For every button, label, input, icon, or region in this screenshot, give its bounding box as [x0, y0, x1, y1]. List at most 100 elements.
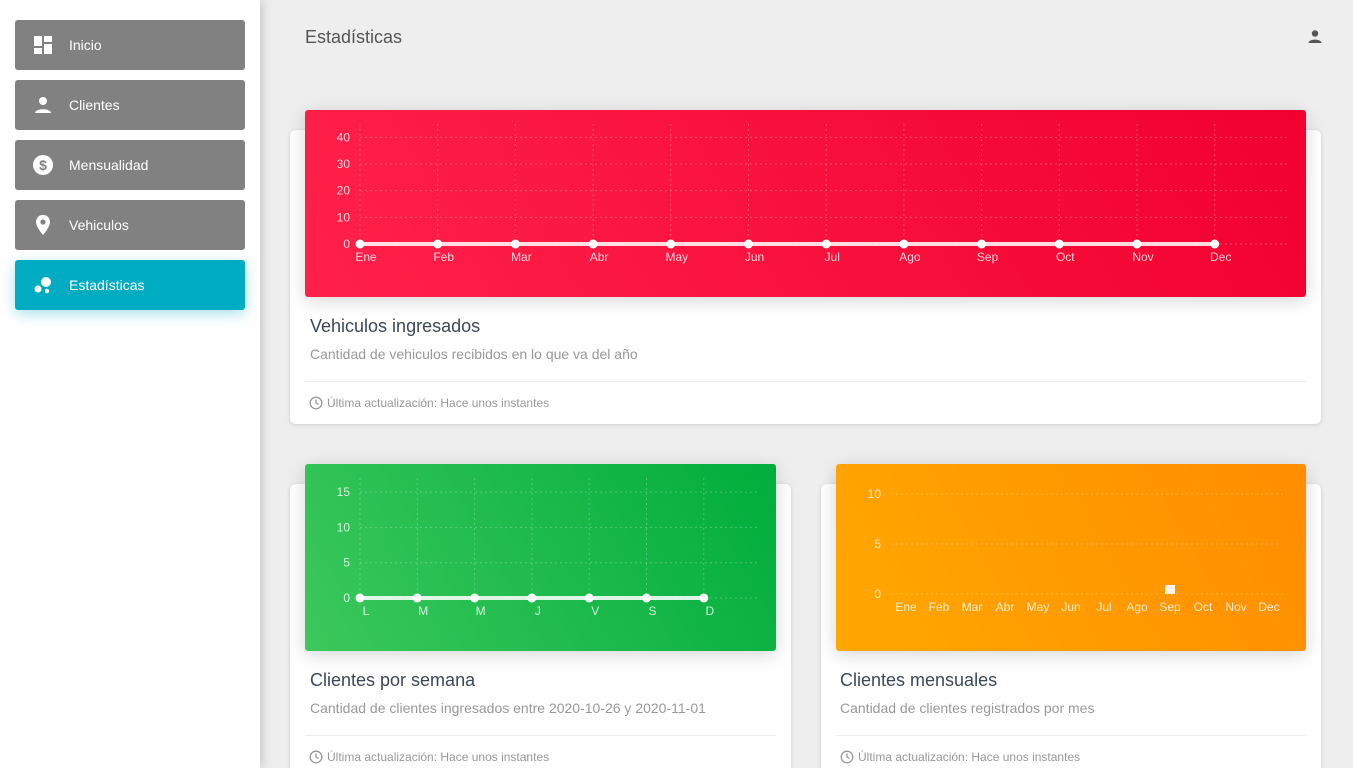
x-tick-label: Ene — [895, 600, 917, 614]
person-icon[interactable] — [1305, 27, 1325, 47]
card-divider — [305, 735, 776, 736]
x-tick-label: D — [705, 604, 714, 618]
sidebar-item-mensualidad[interactable]: $ Mensualidad — [15, 140, 245, 190]
x-tick-label: Jul — [825, 250, 840, 264]
dashboard-icon — [31, 33, 55, 57]
card-category: Cantidad de clientes registrados por mes — [840, 700, 1095, 716]
x-tick-label: Dec — [1258, 600, 1279, 614]
card-category: Cantidad de clientes ingresados entre 20… — [310, 700, 706, 716]
weekly-clients-chart: 0 5 10 15 L M M J V S D — [305, 464, 776, 651]
footer-text: Última actualización: Hace unos instante… — [327, 750, 550, 764]
sidebar-item-clientes[interactable]: Clientes — [15, 80, 245, 130]
y-tick-label: 5 — [343, 556, 350, 570]
y-tick-label: 0 — [343, 591, 350, 605]
sidebar: Inicio Clientes $ Mensualidad Vehiculos … — [0, 0, 260, 768]
card-title: Clientes mensuales — [840, 670, 998, 690]
data-point — [355, 239, 365, 249]
footer-text: Última actualización: Hace unos instante… — [858, 750, 1081, 764]
svg-text:$: $ — [39, 157, 47, 173]
sidebar-item-label: Vehiculos — [69, 217, 129, 233]
x-tick-label: Dec — [1210, 250, 1231, 264]
data-point — [1210, 239, 1220, 249]
y-tick-label: 0 — [874, 587, 881, 601]
data-point — [584, 593, 594, 603]
x-tick-label: Jun — [1061, 600, 1080, 614]
x-tick-label: Abr — [590, 250, 609, 264]
x-tick-label: S — [648, 604, 656, 618]
data-point — [588, 239, 598, 249]
x-tick-label: Feb — [929, 600, 950, 614]
y-tick-label: 10 — [337, 520, 351, 534]
location-pin-icon — [31, 213, 55, 237]
clock-icon — [309, 750, 323, 764]
sidebar-item-estadisticas[interactable]: Estadísticas — [15, 260, 245, 310]
y-tick-label: 10 — [337, 210, 351, 224]
x-tick-label: Sep — [977, 250, 999, 264]
sidebar-item-label: Inicio — [69, 37, 102, 53]
x-tick-label: V — [591, 604, 599, 618]
card-category: Cantidad de vehiculos recibidos en lo qu… — [310, 346, 638, 362]
data-point — [412, 593, 422, 603]
data-point — [821, 239, 831, 249]
data-point — [1132, 239, 1142, 249]
x-tick-label: May — [1027, 600, 1050, 614]
data-point — [666, 239, 676, 249]
sidebar-item-vehiculos[interactable]: Vehiculos — [15, 200, 245, 250]
y-tick-label: 15 — [337, 485, 351, 499]
bar — [1165, 585, 1175, 594]
dollar-icon: $ — [31, 153, 55, 177]
card-footer: Última actualización: Hace unos instante… — [309, 396, 549, 410]
data-point — [977, 239, 987, 249]
clock-icon — [840, 750, 854, 764]
card-footer: Última actualización: Hace unos instante… — [309, 750, 549, 764]
x-tick-label: L — [363, 604, 370, 618]
data-point — [355, 593, 365, 603]
person-icon — [31, 93, 55, 117]
x-tick-label: Oct — [1194, 600, 1213, 614]
x-tick-label: Nov — [1225, 600, 1246, 614]
y-tick-label: 40 — [337, 130, 351, 144]
x-tick-label: Feb — [433, 250, 454, 264]
data-point — [510, 239, 520, 249]
data-point — [744, 239, 753, 249]
x-tick-label: Ago — [899, 250, 921, 264]
x-tick-label: M — [476, 604, 486, 618]
x-tick-label: May — [665, 250, 688, 264]
x-tick-label: J — [535, 604, 541, 618]
card-divider — [836, 735, 1306, 736]
clock-icon — [309, 396, 323, 410]
bubble-chart-icon — [31, 273, 55, 297]
data-point — [433, 239, 443, 249]
sidebar-item-label: Clientes — [69, 97, 120, 113]
x-tick-label: Mar — [511, 250, 532, 264]
sidebar-item-label: Mensualidad — [69, 157, 149, 173]
y-tick-label: 20 — [337, 184, 351, 198]
sidebar-item-inicio[interactable]: Inicio — [15, 20, 245, 70]
sidebar-item-label: Estadísticas — [69, 277, 145, 293]
card-title: Clientes por semana — [310, 670, 476, 690]
card-divider — [305, 381, 1306, 382]
data-point — [527, 593, 537, 603]
x-tick-label: Ago — [1126, 600, 1148, 614]
x-tick-label: Mar — [962, 600, 983, 614]
x-tick-label: M — [418, 604, 428, 618]
data-point — [470, 593, 480, 603]
y-tick-label: 30 — [337, 157, 351, 171]
data-point — [642, 593, 651, 603]
data-point — [1054, 239, 1064, 249]
x-tick-label: Ene — [355, 250, 377, 264]
data-point — [699, 593, 709, 603]
data-point — [899, 239, 909, 249]
y-tick-label: 10 — [868, 487, 882, 501]
x-tick-label: Sep — [1159, 600, 1181, 614]
x-tick-label: Nov — [1132, 250, 1153, 264]
x-tick-label: Abr — [996, 600, 1015, 614]
footer-text: Última actualización: Hace unos instante… — [327, 396, 550, 410]
card-title: Vehiculos ingresados — [310, 316, 481, 336]
x-tick-label: Jun — [745, 250, 764, 264]
x-tick-label: Oct — [1056, 250, 1075, 264]
y-tick-label: 0 — [343, 237, 350, 251]
vehicles-chart: 0 10 20 30 40 Ene Feb Mar Abr May Jun Jul Ago Sep Oct N… — [305, 110, 1306, 297]
y-tick-label: 5 — [874, 537, 881, 551]
page-title: Estadísticas — [305, 27, 403, 47]
